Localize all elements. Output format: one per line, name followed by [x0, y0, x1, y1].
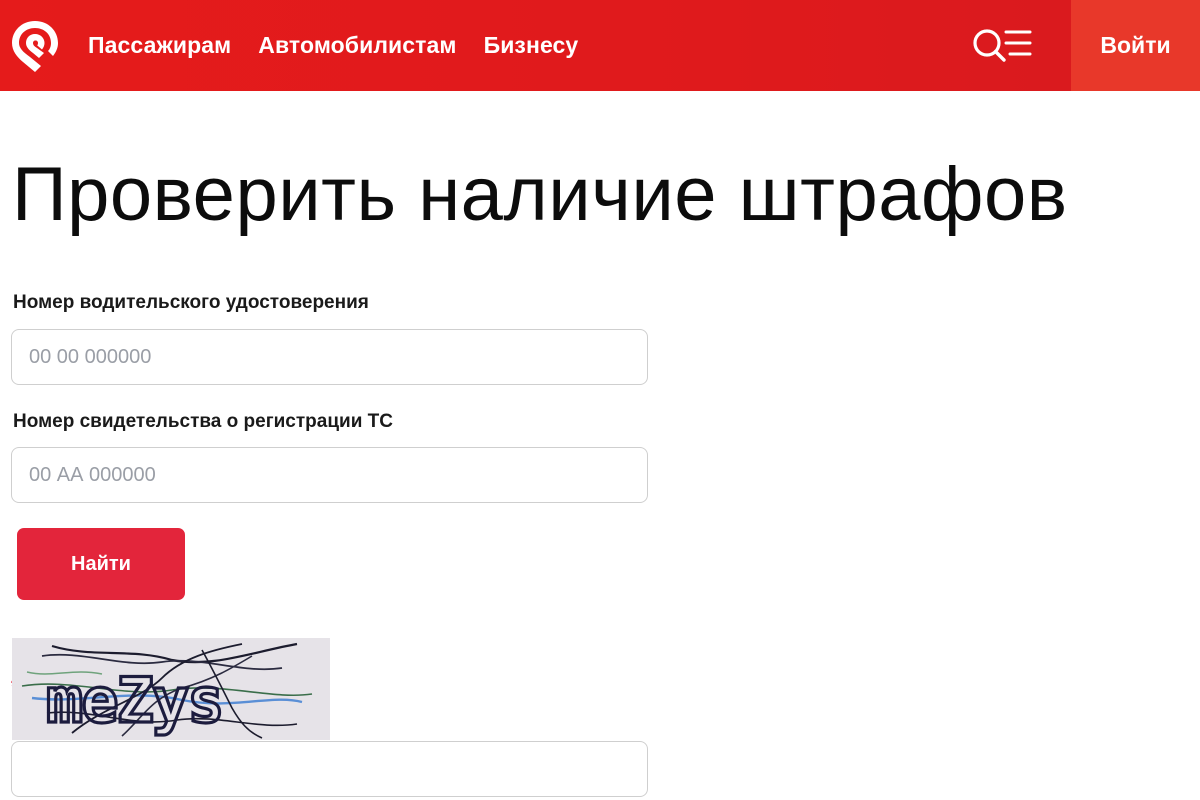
- captcha-image: meZys: [12, 638, 330, 740]
- nav-item-passengers[interactable]: Пассажирам: [88, 32, 231, 59]
- nav-item-motorists[interactable]: Автомобилистам: [258, 32, 456, 59]
- registration-number-label: Номер свидетельства о регистрации ТС: [13, 411, 393, 432]
- metro-logo-icon[interactable]: [8, 18, 62, 74]
- captcha-text: meZys: [46, 664, 223, 737]
- registration-number-input[interactable]: [11, 447, 648, 503]
- search-menu-icon[interactable]: [970, 24, 1034, 66]
- login-button[interactable]: Войти: [1071, 0, 1200, 91]
- site-header: Пассажирам Автомобилистам Бизнесу Войти: [0, 0, 1200, 91]
- nav-item-business[interactable]: Бизнесу: [484, 32, 579, 59]
- page-title: Проверить наличие штрафов: [12, 152, 1068, 237]
- license-number-label: Номер водительского удостоверения: [13, 292, 369, 313]
- license-number-input[interactable]: [11, 329, 648, 385]
- find-button[interactable]: Найти: [17, 528, 185, 600]
- main-nav: Пассажирам Автомобилистам Бизнесу: [88, 0, 578, 91]
- captcha-input[interactable]: [11, 741, 648, 797]
